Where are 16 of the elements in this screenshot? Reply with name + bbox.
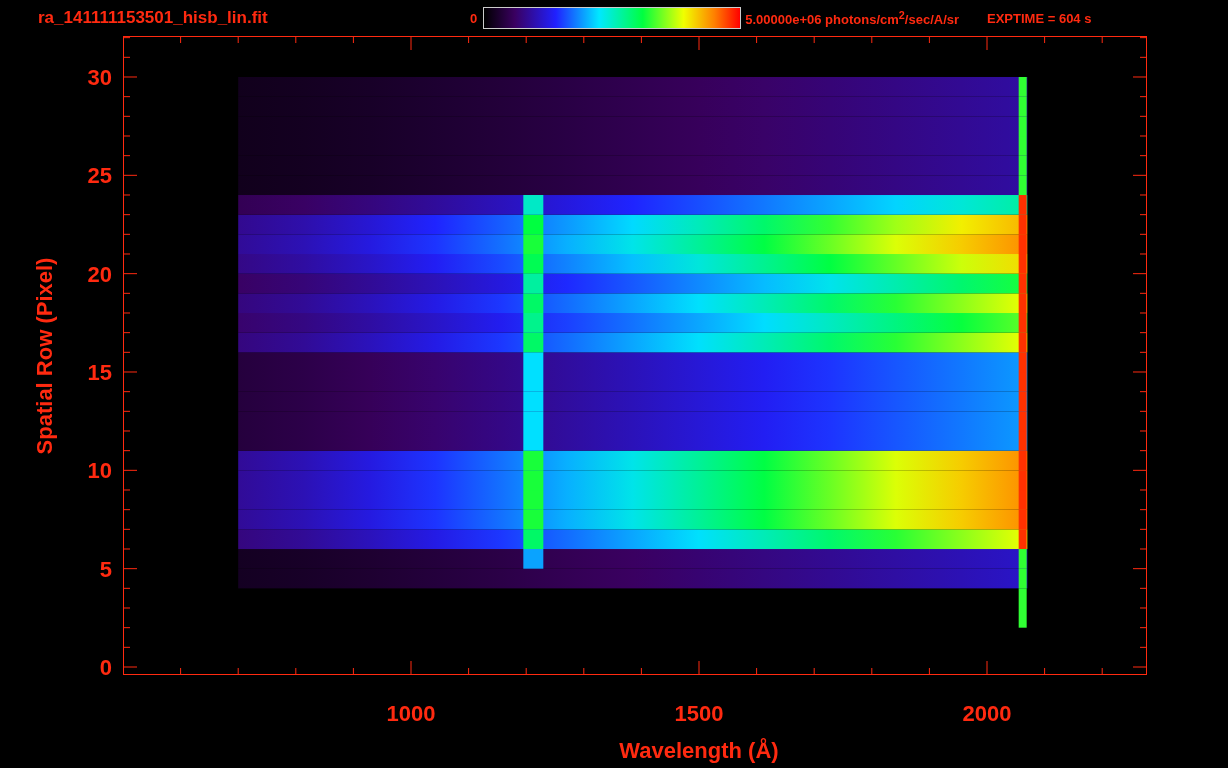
axis-title: Wavelength (Å) — [619, 738, 779, 763]
tick-label: 30 — [87, 65, 112, 90]
tick-label: 5 — [99, 556, 112, 582]
tick-label: 2000 — [962, 701, 1012, 726]
tick-label: 1500 — [674, 701, 724, 726]
plot-title: ra_141111153501_hisb_lin.fit — [38, 8, 269, 28]
tick-label: 1000 — [386, 701, 436, 726]
tick-label: 20 — [87, 261, 112, 287]
axis-title: Spatial Row (Pixel) — [32, 257, 57, 455]
colorbar-min-label: 0 — [470, 10, 478, 26]
exposure-label: EXPTIME = 604 s — [987, 10, 1092, 26]
tick-label: 0 — [99, 655, 112, 680]
colorbar-max-label: 5.00000e+06 photons/cm$^{2}$/sec/A/sr — [745, 8, 960, 28]
tick-label: 15 — [87, 360, 112, 385]
tick-label: 10 — [87, 458, 112, 484]
tick-label: 25 — [87, 163, 112, 189]
